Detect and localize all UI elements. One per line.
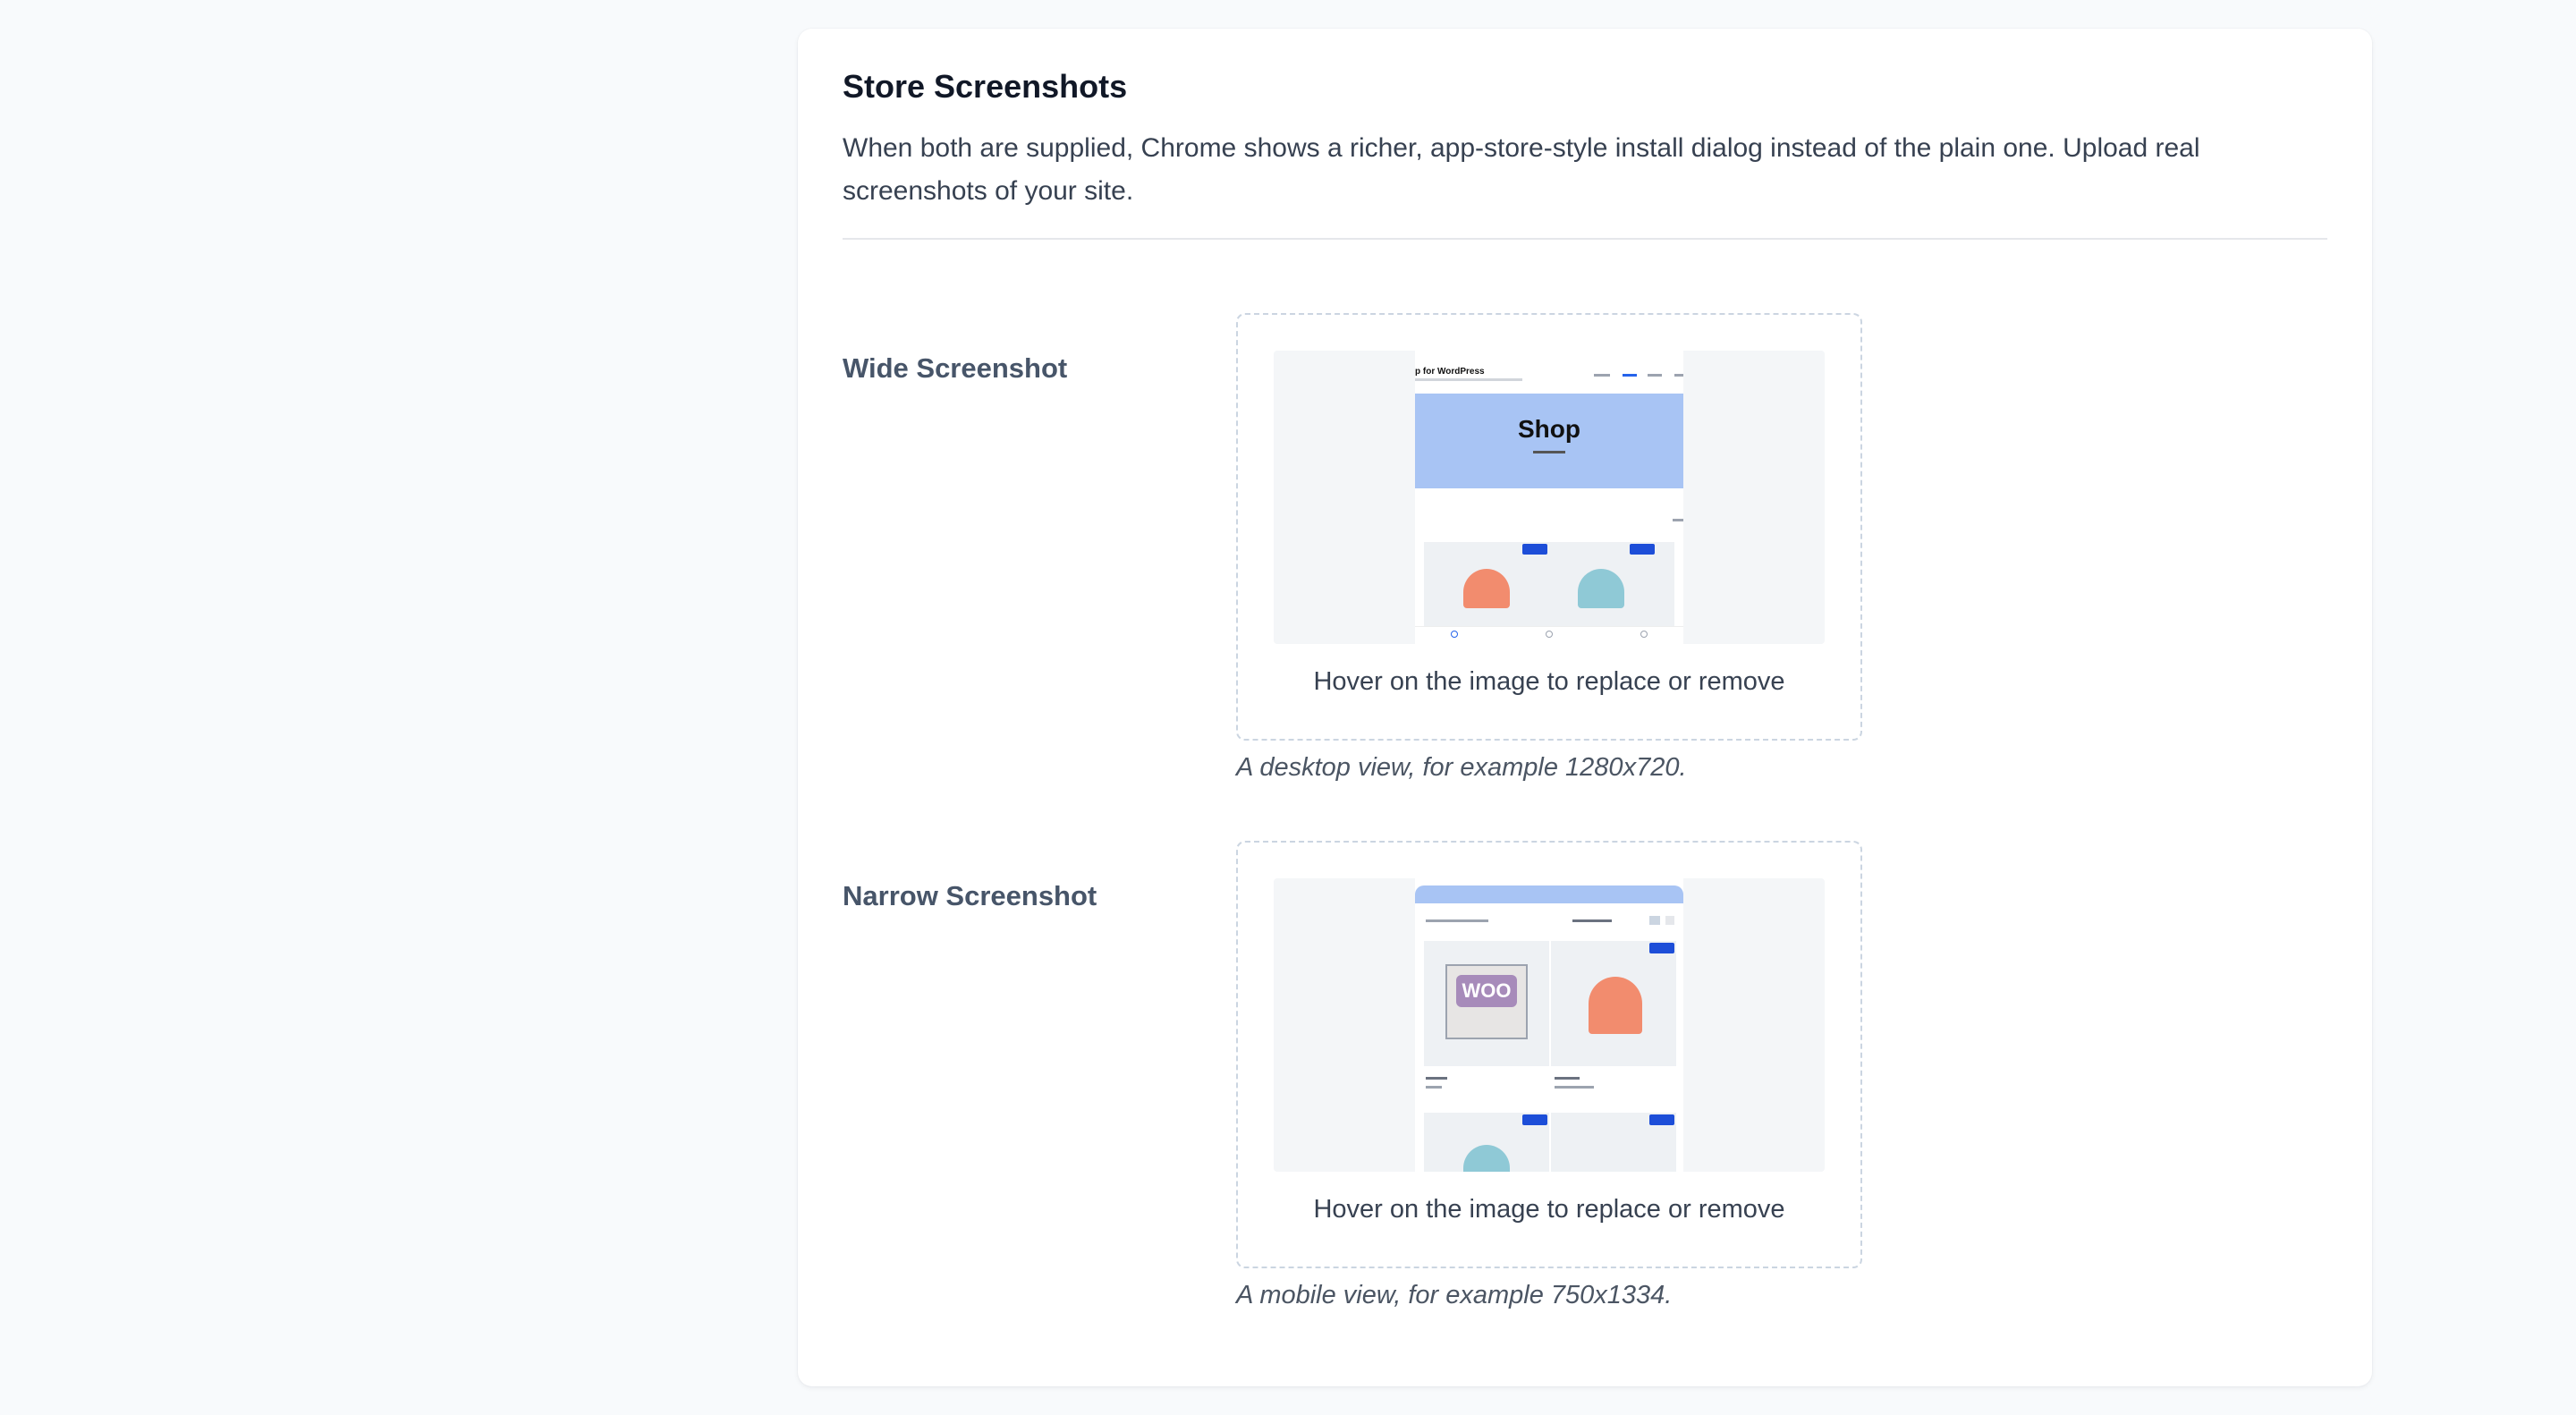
thumb-product-card xyxy=(1549,542,1674,631)
thumb-hero-title: Shop xyxy=(1518,415,1580,443)
thumb-grid-toggle xyxy=(1649,916,1660,925)
thumb-sort-select xyxy=(1572,919,1612,922)
divider xyxy=(843,238,2327,240)
narrow-screenshot-help: A mobile view, for example 750x1334. xyxy=(1236,1281,1673,1309)
thumb-woo-logo: WOO xyxy=(1456,975,1517,1007)
wide-hover-hint: Hover on the image to replace or remove xyxy=(1313,667,1785,696)
thumb-product-title xyxy=(1555,1077,1580,1080)
section-title: Store Screenshots xyxy=(843,68,1128,105)
thumb-list-toggle xyxy=(1665,916,1674,925)
thumb-hero-banner: Shop xyxy=(1415,394,1683,488)
thumb-tab-bar xyxy=(1415,626,1683,644)
thumb-sale-badge xyxy=(1630,544,1655,555)
thumb-account-icon xyxy=(1640,631,1648,638)
thumb-album-art: WOO xyxy=(1445,964,1528,1039)
thumb-home-icon xyxy=(1451,631,1458,638)
thumb-product-card xyxy=(1424,1113,1549,1172)
narrow-hover-hint: Hover on the image to replace or remove xyxy=(1313,1195,1785,1224)
wide-screenshot-dropzone[interactable]: p for WordPress Shop Hover on the image … xyxy=(1236,313,1862,741)
thumb-beanie-teal xyxy=(1463,1145,1510,1172)
thumb-product-price xyxy=(1426,1086,1442,1089)
thumb-product-title xyxy=(1426,1077,1447,1080)
thumb-results-count xyxy=(1426,919,1488,922)
wide-screenshot-label: Wide Screenshot xyxy=(843,352,1068,384)
thumb-hero-subtitle xyxy=(1533,451,1565,453)
thumb-product-card xyxy=(1551,1113,1676,1172)
thumb-sale-badge xyxy=(1522,544,1547,555)
thumb-product-card: WOO xyxy=(1424,941,1549,1066)
narrow-screenshot-label: Narrow Screenshot xyxy=(843,880,1097,911)
thumb-product-price xyxy=(1555,1086,1594,1089)
thumb-sale-badge xyxy=(1649,943,1674,953)
thumb-nav-item xyxy=(1623,374,1637,377)
narrow-screenshot-preview[interactable]: WOO xyxy=(1274,878,1825,1172)
wide-screenshot-preview[interactable]: p for WordPress Shop xyxy=(1274,351,1825,644)
thumb-sale-badge xyxy=(1522,1114,1547,1125)
store-screenshots-card: Store Screenshots When both are supplied… xyxy=(798,29,2372,1386)
thumb-sale-badge xyxy=(1649,1114,1674,1125)
thumb-tagline xyxy=(1415,378,1522,381)
thumb-beanie-teal xyxy=(1578,569,1624,608)
thumb-nav-item xyxy=(1594,374,1610,377)
thumb-site-name: p for WordPress xyxy=(1415,367,1485,377)
thumb-nav-item xyxy=(1674,374,1683,377)
narrow-screenshot-dropzone[interactable]: WOO Hover on the image to replace or rem… xyxy=(1236,841,1862,1268)
thumb-beanie-orange xyxy=(1463,569,1510,608)
narrow-screenshot-image: WOO xyxy=(1415,878,1683,1172)
thumb-product-card xyxy=(1424,542,1549,631)
thumb-product-card xyxy=(1551,941,1676,1066)
thumb-beanie-orange xyxy=(1589,977,1642,1034)
thumb-sort-text xyxy=(1673,519,1683,521)
thumb-cart-icon xyxy=(1546,631,1553,638)
wide-screenshot-image: p for WordPress Shop xyxy=(1415,351,1683,644)
thumb-header-bar xyxy=(1415,885,1683,903)
section-description: When both are supplied, Chrome shows a r… xyxy=(843,133,2200,206)
thumb-nav-item xyxy=(1648,374,1662,377)
wide-screenshot-help: A desktop view, for example 1280x720. xyxy=(1236,753,1687,782)
